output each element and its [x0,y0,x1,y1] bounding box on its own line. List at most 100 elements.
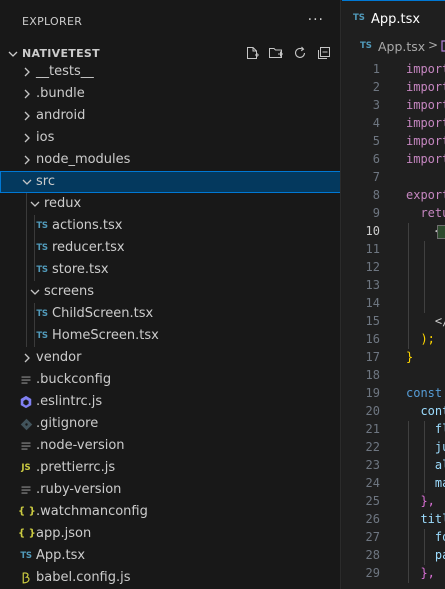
tree-item-label: .gitignore [36,416,99,431]
tree-item-label: .watchmanconfig [36,504,148,519]
symbol-icon[interactable] [439,39,445,53]
more-actions-icon[interactable]: ··· [308,12,324,28]
file-actions-tsx[interactable]: TS actions.tsx [0,215,340,237]
eslint-icon [18,393,34,411]
tree-item-label: src [36,174,55,189]
collapse-all-icon[interactable] [316,45,332,61]
file-eslintrc-js[interactable]: .eslintrc.js [0,391,340,413]
folder-bundle[interactable]: .bundle [0,83,340,105]
file-node-version[interactable]: .node-version [0,435,340,457]
tree-item-label: .buckconfig [36,372,112,387]
tree-item-label: .node-version [36,438,125,453]
code-line: 9 retu [342,205,445,223]
line-number: 6 [372,152,380,166]
git-icon [18,415,34,433]
code-text: export [406,188,445,202]
tree-item-label: app.json [36,526,92,541]
code-text: fo [434,530,445,544]
folder-tests[interactable]: __tests__ [0,61,340,83]
line-number: 15 [365,314,380,328]
code-line: 27 fo [342,529,445,547]
file-tree: __tests__ .bundle android ios node_modulessr… [0,61,340,589]
tree-item-label: android [36,108,86,123]
line-number: 25 [365,494,380,508]
tree-item-label: redux [44,196,82,211]
new-file-icon[interactable] [244,45,260,61]
file-homescreen-tsx[interactable]: TS HomeScreen.tsx [0,325,340,347]
code-indent-guide [424,529,425,565]
line-number: 21 [365,422,380,436]
file-prettierrc-js[interactable]: JS .prettierrc.js [0,457,340,479]
code-line: 17} [342,349,445,367]
breadcrumb-separator: > [428,38,439,52]
breadcrumb-file[interactable]: App.tsx [378,39,425,54]
chevron-down-icon [8,51,18,57]
file-store-tsx[interactable]: TS store.tsx [0,259,340,281]
folder-vendor[interactable]: vendor [0,347,340,369]
folder-redux[interactable]: redux [0,193,340,215]
file-buckconfig[interactable]: .buckconfig [0,369,340,391]
folder-android[interactable]: android [0,105,340,127]
explorer-title: EXPLORER [22,15,83,28]
code-line: 19 const [342,385,445,403]
refresh-icon[interactable] [292,45,308,61]
line-number: 7 [372,170,380,184]
explorer-header: EXPLORER ··· [0,0,340,43]
tree-item-label: __tests__ [36,64,94,79]
file-app-tsx[interactable]: TS App.tsx [0,545,340,567]
tree-item-label: node_modules [36,152,131,167]
tree-item-label: screens [44,284,94,299]
code-text: import [406,134,445,148]
folder-ios[interactable]: ios [0,127,340,149]
folder-node-modules[interactable]: node_modules [0,149,340,171]
typescript-icon: TS [360,41,372,51]
file-babel-config-js[interactable]: babel.config.js [0,567,340,589]
code-line: 26 titl [342,511,445,529]
indent-guide [26,237,27,259]
tab-label: App.tsx [371,12,421,27]
line-number: 8 [372,188,380,202]
tree-item-label: .ruby-version [36,482,122,497]
editor-pane: TS App.tsx TS App.tsx > 1 import 2 import 3 i… [342,0,445,589]
file-ruby-version[interactable]: .ruby-version [0,479,340,501]
folder-screens[interactable]: screens [0,281,340,303]
tree-item-label: babel.config.js [36,570,131,585]
file-childscreen-tsx[interactable]: TS ChildScreen.tsx [0,303,340,325]
tab-app-tsx[interactable]: TS App.tsx [342,0,445,35]
code-line: 4 import [342,115,445,133]
explorer-pane: EXPLORER ··· NATIVETEST __tests__ .bundl… [0,0,341,589]
tree-item-label: actions.tsx [52,218,123,233]
new-folder-icon[interactable] [268,45,284,61]
line-number: 2 [372,80,380,94]
file-reducer-tsx[interactable]: TS reducer.tsx [0,237,340,259]
code-line: 8 export [342,187,445,205]
code-line: 20 cont [342,403,445,421]
chevron-right-icon [24,353,30,363]
explorer-actions [244,45,332,61]
folder-src[interactable]: src [0,171,340,193]
typescript-icon: TS [36,265,48,275]
tree-item-label: HomeScreen.tsx [52,328,159,343]
code-line: 29 }, [342,565,445,583]
tree-item-label: vendor [36,350,82,365]
indent-guide [26,215,27,237]
chevron-right-icon [24,155,30,165]
code-line: 7 [342,169,445,187]
code-line: 11 [342,241,445,259]
line-number: 29 [365,566,380,580]
code-text: pa [434,548,445,562]
code-text: fl [434,422,445,436]
file-app-json[interactable]: { } app.json [0,523,340,545]
line-number: 10 [365,224,380,238]
file-gitignore[interactable]: .gitignore [0,413,340,435]
line-number: 22 [365,440,380,454]
typescript-icon: TS [36,243,48,253]
typescript-icon: TS [36,221,48,231]
code-editor[interactable]: 1 import 2 import 3 import 4 import 5 import 6 impo… [342,61,445,583]
code-text: al [434,458,445,472]
file-watchmanconfig[interactable]: { } .watchmanconfig [0,501,340,523]
code-text: ); [406,332,435,346]
code-text: ma [434,476,445,490]
indent-guide [26,303,27,325]
code-line: 16 ); [342,331,445,349]
